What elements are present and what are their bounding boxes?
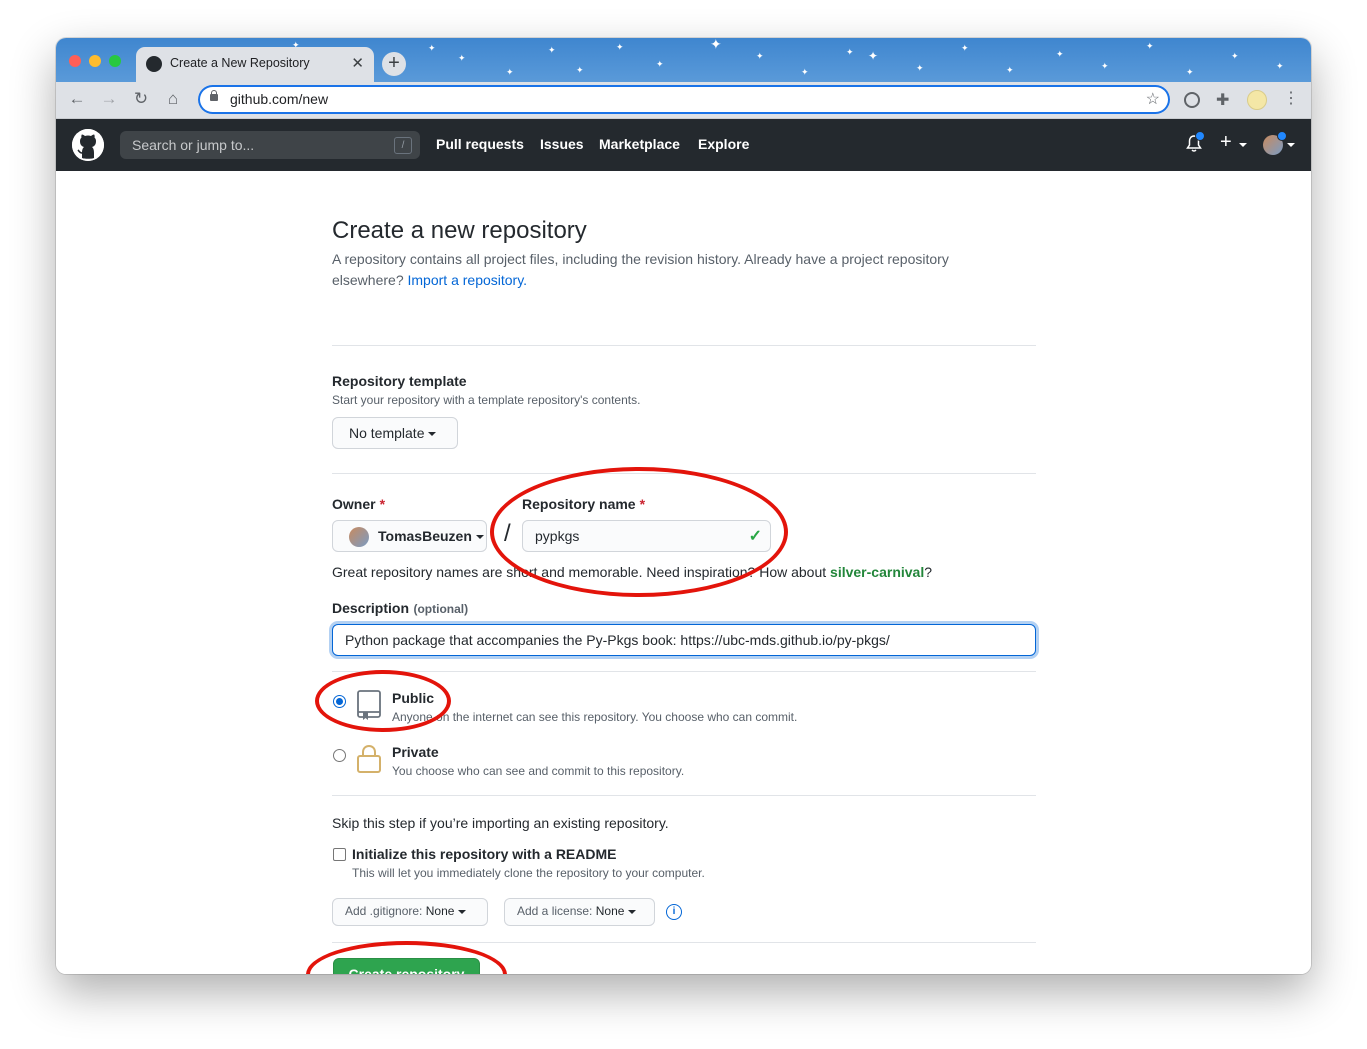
page-intro: A repository contains all project files,… [332, 249, 1032, 291]
intro-line-1: A repository contains all project files,… [332, 251, 949, 267]
tab-close-icon[interactable]: ✕ [351, 54, 364, 72]
avatar-status-indicator [1277, 131, 1287, 141]
optional-marker: (optional) [413, 602, 469, 616]
chevron-down-icon [475, 535, 484, 540]
password-manager-icon[interactable] [1184, 92, 1200, 108]
info-icon[interactable]: i [666, 904, 682, 920]
nav-marketplace[interactable]: Marketplace [599, 136, 680, 152]
bookmark-star-icon[interactable]: ☆ [1146, 89, 1160, 109]
intro-line-2: elsewhere? [332, 272, 404, 288]
page-title: Create a new repository [332, 217, 587, 244]
readme-checkbox[interactable] [333, 848, 346, 861]
forward-icon[interactable]: → [98, 89, 120, 109]
notification-indicator [1195, 131, 1205, 141]
nav-explore[interactable]: Explore [698, 136, 749, 152]
template-subtext: Start your repository with a template re… [332, 393, 641, 407]
gitignore-value: None [425, 904, 455, 918]
template-dropdown-button[interactable]: No template [332, 417, 458, 449]
search-placeholder: Search or jump to... [132, 137, 255, 153]
description-value: Python package that accompanies the Py-P… [345, 632, 890, 648]
skip-step-note: Skip this step if you’re importing an ex… [332, 815, 669, 831]
template-heading: Repository template [332, 373, 467, 389]
user-menu-caret-icon[interactable] [1287, 143, 1295, 147]
reload-icon[interactable]: ↻ [130, 89, 152, 109]
description-label-text: Description [332, 600, 410, 616]
divider [332, 795, 1036, 796]
gitignore-prefix: Add .gitignore: [345, 904, 423, 918]
annotation-circle-public [315, 670, 451, 732]
github-favicon-icon [146, 56, 162, 72]
template-button-label: No template [349, 425, 425, 441]
search-shortcut-hint: / [394, 137, 412, 154]
license-prefix: Add a license: [517, 904, 593, 918]
close-window-button[interactable] [69, 55, 81, 67]
nav-pull-requests[interactable]: Pull requests [436, 136, 524, 152]
github-header: Search or jump to... / Pull requests Iss… [56, 119, 1311, 171]
readme-desc: This will let you immediately clone the … [352, 866, 705, 880]
back-icon[interactable]: ← [66, 89, 88, 109]
url-text: github.com/new [230, 91, 329, 107]
new-tab-button[interactable]: + [382, 52, 406, 76]
owner-value: TomasBeuzen [378, 528, 472, 544]
create-new-caret-icon[interactable] [1239, 143, 1247, 147]
required-mark: * [379, 496, 386, 512]
tab-create-repository[interactable]: Create a New Repository ✕ [136, 47, 374, 82]
visibility-private-radio[interactable] [333, 749, 346, 762]
license-value: None [595, 904, 625, 918]
lock-icon [210, 90, 218, 101]
description-input[interactable]: Python package that accompanies the Py-P… [332, 624, 1036, 656]
zoom-window-button[interactable] [109, 55, 121, 67]
hint-suffix: ? [924, 564, 933, 580]
divider [332, 671, 1036, 672]
owner-avatar [349, 527, 369, 547]
public-desc: Anyone on the internet can see this repo… [392, 710, 798, 724]
extensions-icon[interactable]: ✚ [1216, 90, 1234, 109]
github-logo-icon[interactable] [72, 129, 104, 161]
import-repository-link[interactable]: Import a repository. [408, 272, 528, 288]
chevron-down-icon [428, 432, 437, 437]
address-bar[interactable]: github.com/new ☆ [198, 85, 1170, 114]
home-icon[interactable]: ⌂ [162, 89, 184, 109]
readme-label[interactable]: Initialize this repository with a README [352, 846, 616, 862]
nav-issues[interactable]: Issues [540, 136, 584, 152]
private-desc: You choose who can see and commit to thi… [392, 764, 685, 778]
search-input[interactable]: Search or jump to... / [120, 131, 420, 159]
owner-label-text: Owner [332, 496, 376, 512]
weather-extension-icon[interactable] [1247, 90, 1267, 110]
browser-toolbar: ← → ↻ ⌂ github.com/new ☆ ✚ ⋮ [56, 82, 1311, 119]
annotation-circle-create-button [306, 941, 507, 974]
chevron-down-icon [628, 909, 637, 914]
create-new-plus-icon[interactable]: + [1220, 131, 1232, 154]
chevron-down-icon [458, 909, 467, 914]
annotation-circle-repo-name [490, 467, 788, 597]
new-repository-form: Create a new repository A repository con… [56, 171, 1311, 974]
name-suggestion-link[interactable]: silver-carnival [830, 564, 924, 580]
minimize-window-button[interactable] [89, 55, 101, 67]
gitignore-dropdown-button[interactable]: Add .gitignore: None [332, 898, 488, 926]
tab-strip: ✦ ✦ ✦ ✦ ✦ ✦ ✦ ✦ ✦ ✦ ✦ ✦ ✦ ✦ ✦ ✦ ✦ ✦ ✦ ✦ … [56, 38, 1311, 82]
description-label: Description (optional) [332, 600, 468, 618]
divider [332, 345, 1036, 346]
license-dropdown-button[interactable]: Add a license: None [504, 898, 655, 926]
owner-dropdown-button[interactable]: TomasBeuzen [332, 520, 487, 552]
tab-title: Create a New Repository [170, 56, 310, 70]
owner-label: Owner * [332, 496, 385, 512]
browser-menu-icon[interactable]: ⋮ [1283, 88, 1301, 107]
browser-window: ✦ ✦ ✦ ✦ ✦ ✦ ✦ ✦ ✦ ✦ ✦ ✦ ✦ ✦ ✦ ✦ ✦ ✦ ✦ ✦ … [56, 38, 1311, 974]
private-title: Private [392, 744, 439, 760]
lock-icon [356, 744, 382, 779]
